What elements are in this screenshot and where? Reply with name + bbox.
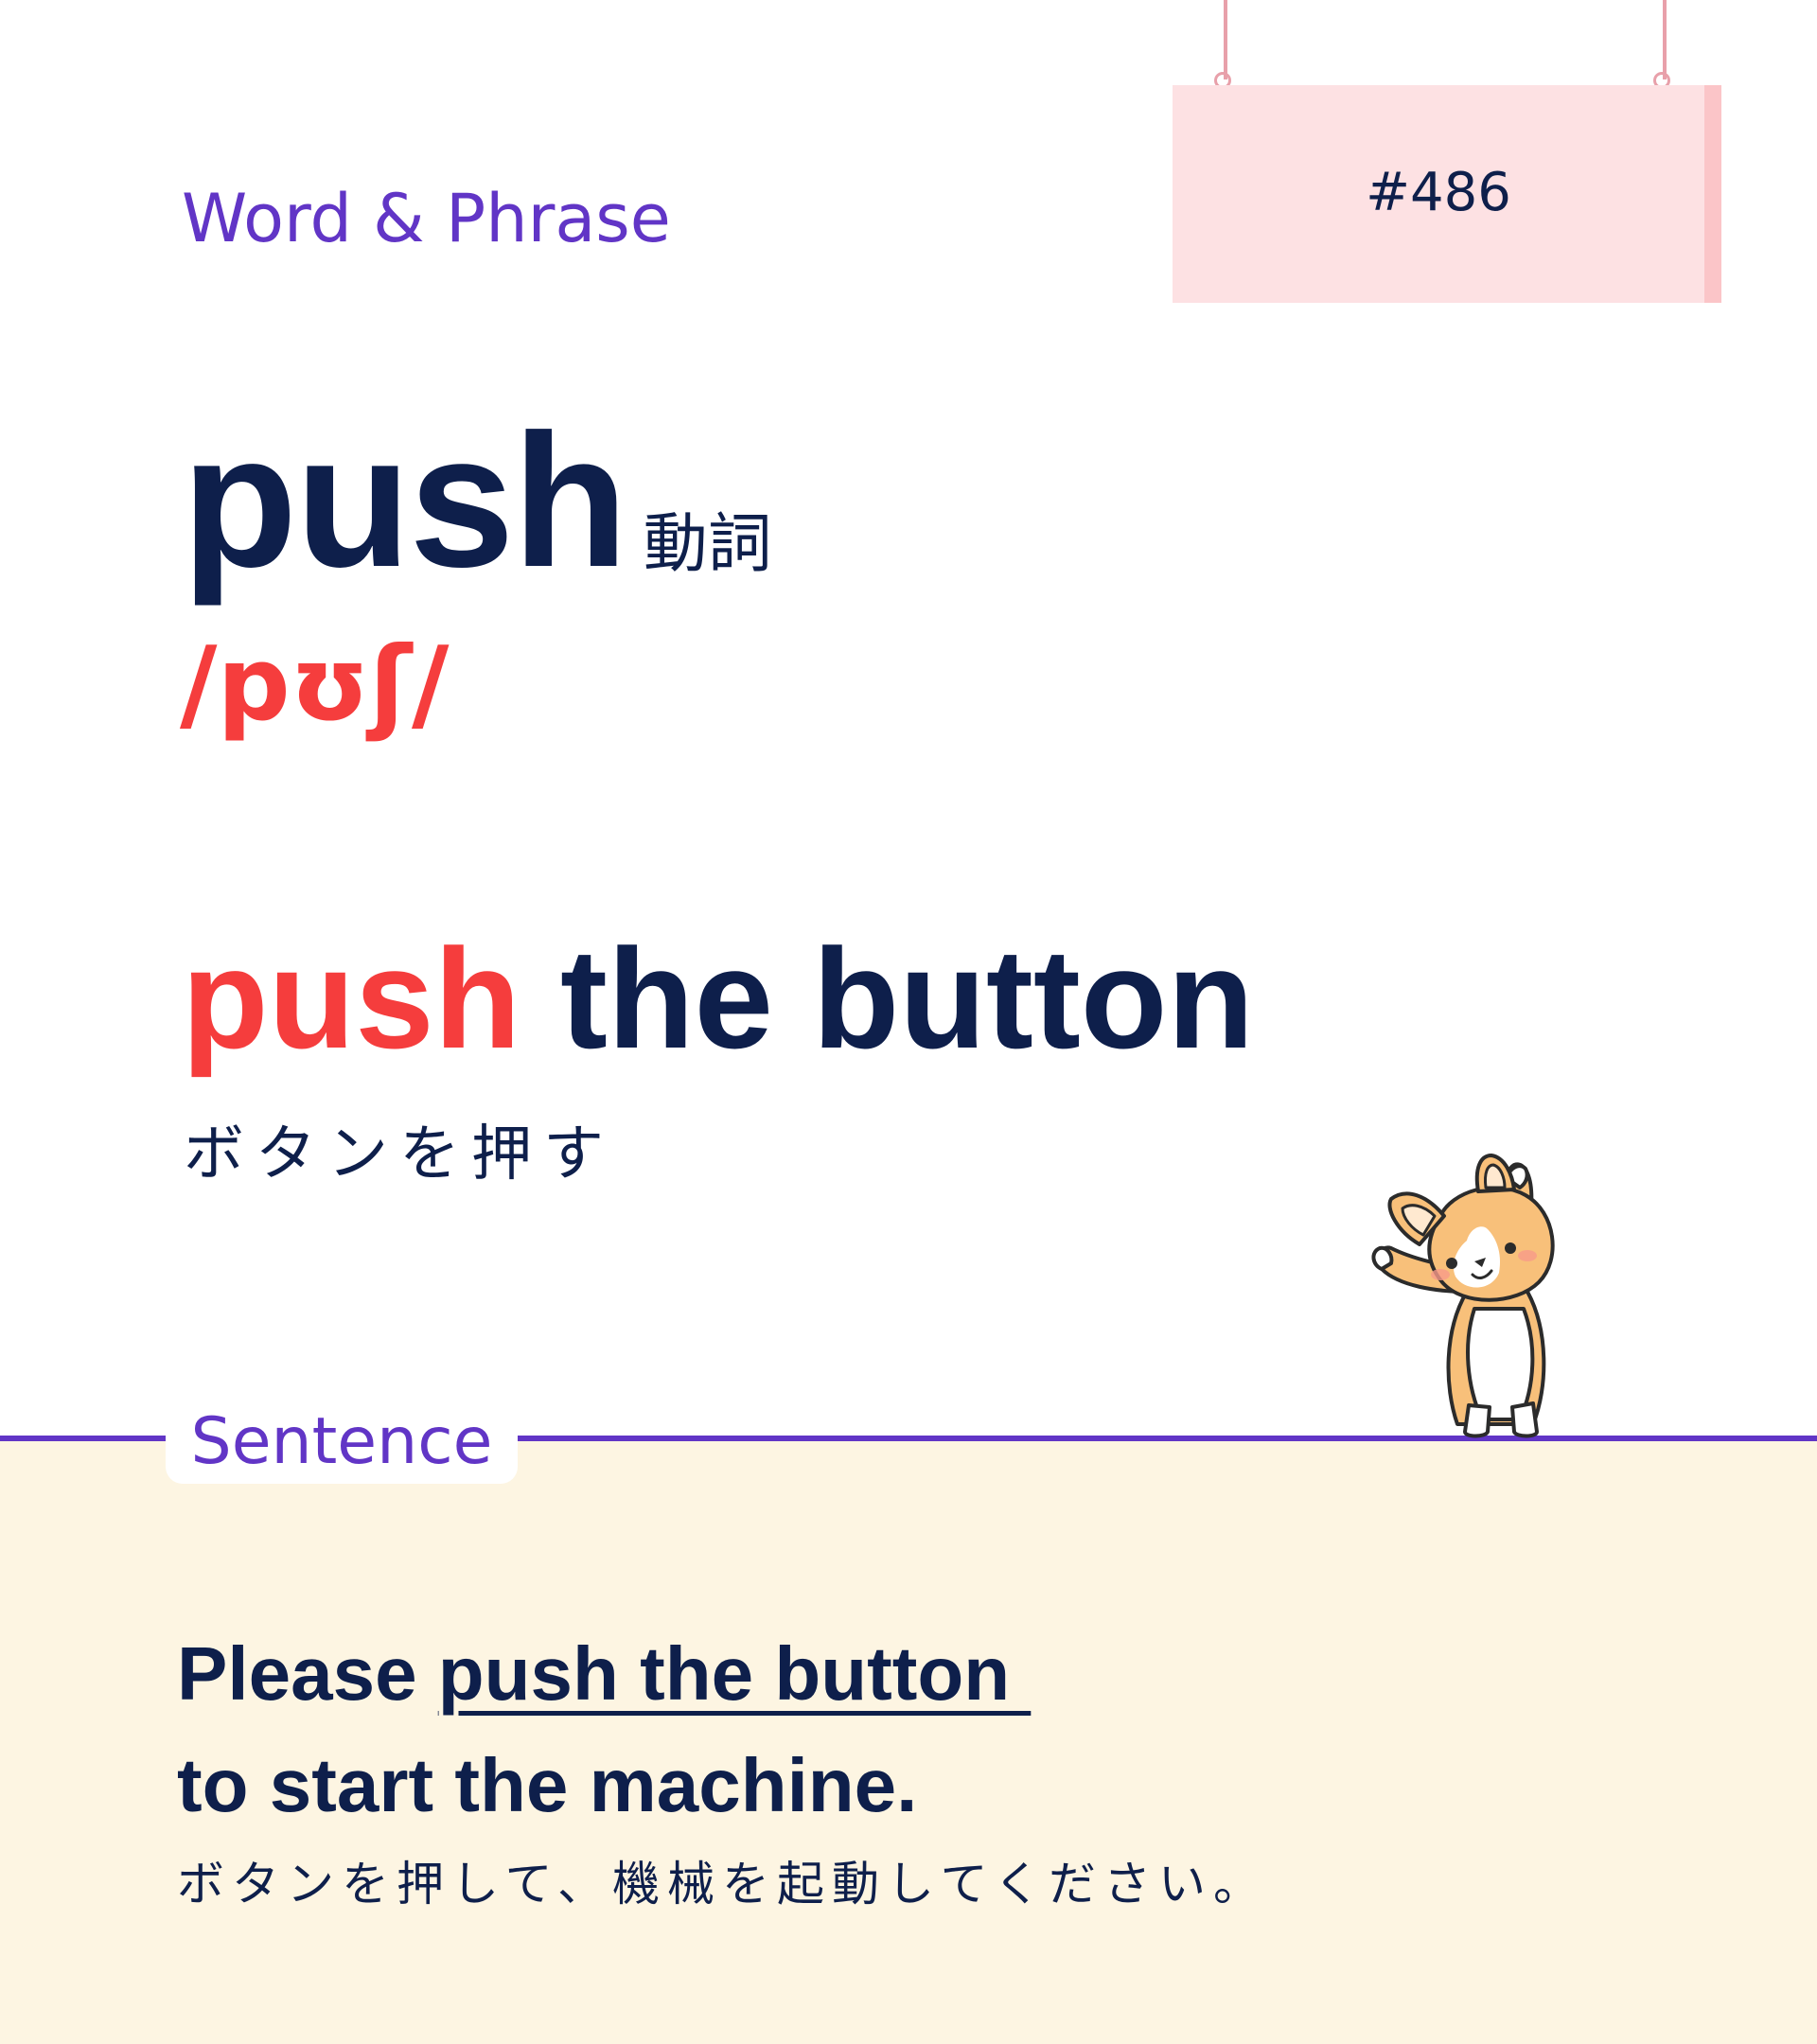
sign-edge [1704, 85, 1721, 303]
sentence-translation: ボタンを押して、機械を起動してください。 [177, 1857, 1268, 1912]
sentence-underlined-phrase: push the button [437, 1631, 1032, 1716]
sign-string-right [1663, 0, 1667, 79]
part-of-speech: 動詞 [643, 507, 772, 582]
phrase-rest: the button [520, 919, 1255, 1078]
number-sign: #486 [1173, 85, 1721, 303]
pronunciation: /pʊʃ/ [180, 626, 450, 744]
card-number: #486 [1366, 162, 1511, 223]
phrase-highlight: push [182, 919, 521, 1078]
category-label: Word & Phrase [182, 180, 671, 257]
phrase-translation: ボタンを押す [184, 1119, 615, 1189]
sentence-label: Sentence [190, 1404, 493, 1479]
sentence-start: Please [177, 1631, 438, 1716]
sign-string-left [1224, 0, 1227, 79]
headword-row: push 動詞 [182, 407, 772, 596]
corgi-icon [1371, 1154, 1555, 1438]
sentence-line2: to start the machine. [177, 1743, 918, 1827]
phrase: push the button [182, 927, 1254, 1069]
sentence-tab: Sentence [166, 1399, 518, 1484]
example-sentence: Please push the button to start the mach… [177, 1618, 1596, 1841]
headword: push [182, 396, 628, 607]
